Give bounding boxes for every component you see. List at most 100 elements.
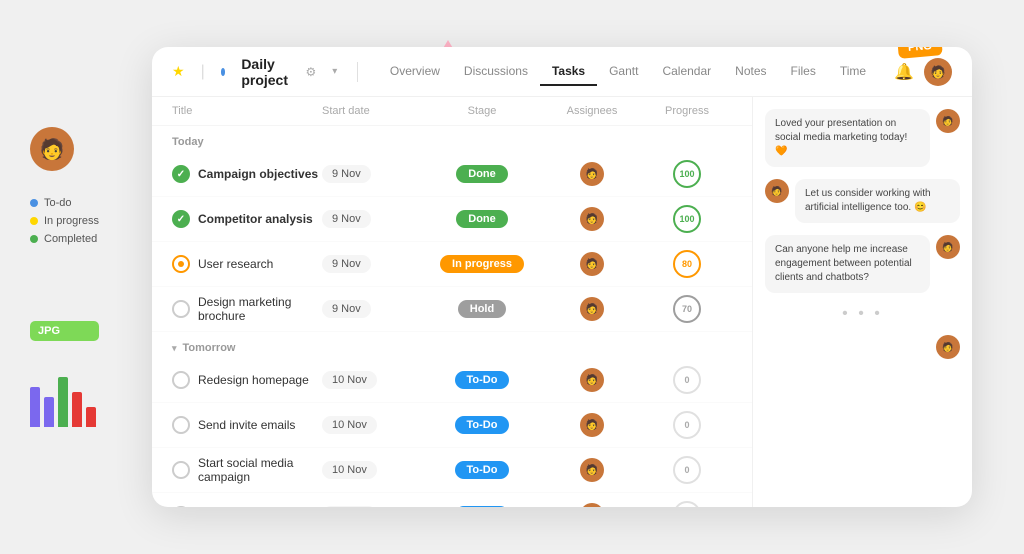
table-header: Title Start date Stage Assignees Progres…: [152, 97, 752, 126]
tab-files[interactable]: Files: [779, 58, 828, 86]
stage-badge: To-Do: [455, 506, 510, 507]
task-title: Campaign objectives: [198, 167, 318, 181]
task-title-cell: User research: [172, 255, 322, 273]
assignee-avatar: 🧑: [580, 413, 604, 437]
task-title-cell: ✓ Campaign objectives: [172, 165, 322, 183]
col-title: Title: [172, 105, 322, 117]
table-row[interactable]: Redesign homepage 10 Nov To-Do 🧑 0: [152, 358, 752, 403]
nav-tabs: Overview Discussions Tasks Gantt Calenda…: [378, 58, 878, 86]
task-title: Redesign homepage: [198, 373, 309, 387]
task-stage: In progress: [422, 255, 542, 273]
tab-overview[interactable]: Overview: [378, 58, 452, 86]
stage-badge: Done: [456, 165, 508, 183]
tab-gantt[interactable]: Gantt: [597, 58, 650, 86]
chat-bubble: Let us consider working with artificial …: [795, 179, 960, 223]
assignee-avatar: 🧑: [580, 503, 604, 507]
date-badge: 9 Nov: [322, 255, 371, 273]
progress-circle: 80: [673, 250, 701, 278]
table-row[interactable]: Analyze progress 10 Nov To-Do 🧑 0: [152, 493, 752, 507]
progress-circle: 70: [673, 295, 701, 323]
project-status-dot: [221, 68, 226, 76]
user-avatar-nav[interactable]: 🧑: [924, 58, 952, 86]
tab-discussions[interactable]: Discussions: [452, 58, 540, 86]
task-stage: Done: [422, 210, 542, 228]
chat-avatar: 🧑: [765, 179, 789, 203]
task-assignee: 🧑: [542, 458, 642, 482]
table-row[interactable]: Start social media campaign 10 Nov To-Do…: [152, 448, 752, 493]
progress-circle: 0: [673, 411, 701, 439]
project-name: Daily project: [241, 56, 289, 88]
assignee-avatar: 🧑: [580, 458, 604, 482]
chat-message-3: Can anyone help me increase engagement b…: [765, 235, 960, 293]
task-title-cell: ✓ Competitor analysis: [172, 210, 322, 228]
chat-typing-dots: • • •: [765, 305, 960, 323]
chat-avatar-bottom: 🧑: [936, 335, 960, 359]
main-card: PNG ★ | Daily project ⚙ ▾ Overview Discu…: [152, 47, 972, 507]
task-title-cell: Start social media campaign: [172, 456, 322, 484]
stage-badge: To-Do: [455, 371, 510, 389]
task-assignee: 🧑: [542, 297, 642, 321]
chart-bar-2: [44, 397, 54, 427]
chart-bar-4: [72, 392, 82, 427]
task-date: 9 Nov: [322, 255, 422, 273]
nav-divider-1: |: [201, 63, 205, 81]
nav-divider: [357, 62, 358, 82]
section-today: Today: [152, 126, 752, 152]
table-row[interactable]: ✓ Competitor analysis 9 Nov Done 🧑 100: [152, 197, 752, 242]
chevron-down-icon[interactable]: ▾: [332, 66, 337, 77]
task-assignee: 🧑: [542, 413, 642, 437]
task-progress: 0: [642, 501, 732, 507]
col-assignees: Assignees: [542, 105, 642, 117]
tab-time[interactable]: Time: [828, 58, 878, 86]
bell-icon[interactable]: 🔔: [894, 62, 914, 82]
avatar: 🧑: [30, 127, 74, 171]
legend-completed: Completed: [30, 233, 99, 245]
jpg-badge: JPG: [30, 321, 99, 341]
stage-badge: In progress: [440, 255, 524, 273]
stage-badge: Done: [456, 210, 508, 228]
legend-dot-inprogress: [30, 217, 38, 225]
task-list: Title Start date Stage Assignees Progres…: [152, 97, 752, 507]
date-badge: 10 Nov: [322, 371, 377, 389]
task-title: User research: [198, 257, 273, 271]
table-row[interactable]: Send invite emails 10 Nov To-Do 🧑 0: [152, 403, 752, 448]
task-title-cell: Redesign homepage: [172, 371, 322, 389]
task-title-cell: Analyze progress: [172, 506, 322, 507]
mini-chart: [30, 377, 99, 427]
date-badge: 9 Nov: [322, 210, 371, 228]
assignee-avatar: 🧑: [580, 297, 604, 321]
chart-bar-5: [86, 407, 96, 427]
task-date: 10 Nov: [322, 371, 422, 389]
legend-dot-todo: [30, 199, 38, 207]
assignee-avatar: 🧑: [580, 162, 604, 186]
task-stage: To-Do: [422, 371, 542, 389]
task-progress: 100: [642, 160, 732, 188]
task-progress: 0: [642, 366, 732, 394]
table-row[interactable]: Design marketing brochure 9 Nov Hold 🧑 7…: [152, 287, 752, 332]
check-empty-icon: [172, 506, 190, 507]
task-stage: Hold: [422, 300, 542, 318]
table-row[interactable]: User research 9 Nov In progress 🧑 80: [152, 242, 752, 287]
chat-message-1: Loved your presentation on social media …: [765, 109, 960, 167]
progress-circle: 100: [673, 205, 701, 233]
chat-avatar: 🧑: [936, 109, 960, 133]
tab-tasks[interactable]: Tasks: [540, 58, 597, 86]
gear-icon[interactable]: ⚙: [306, 65, 317, 79]
col-startdate: Start date: [322, 105, 422, 117]
task-stage: To-Do: [422, 461, 542, 479]
star-icon: ★: [172, 63, 185, 80]
tab-calendar[interactable]: Calendar: [650, 58, 723, 86]
check-empty-icon: [172, 461, 190, 479]
task-assignee: 🧑: [542, 162, 642, 186]
task-progress: 0: [642, 456, 732, 484]
chat-bubble: Can anyone help me increase engagement b…: [765, 235, 930, 293]
col-stage: Stage: [422, 105, 542, 117]
chevron-section-icon: ▾: [172, 343, 177, 354]
task-date: 9 Nov: [322, 210, 422, 228]
tab-notes[interactable]: Notes: [723, 58, 778, 86]
task-title: Competitor analysis: [198, 212, 313, 226]
task-assignee: 🧑: [542, 368, 642, 392]
sidebar-left: 🧑 To-do In progress Completed JPG: [30, 127, 99, 427]
task-progress: 0: [642, 411, 732, 439]
table-row[interactable]: ✓ Campaign objectives 9 Nov Done 🧑 100: [152, 152, 752, 197]
